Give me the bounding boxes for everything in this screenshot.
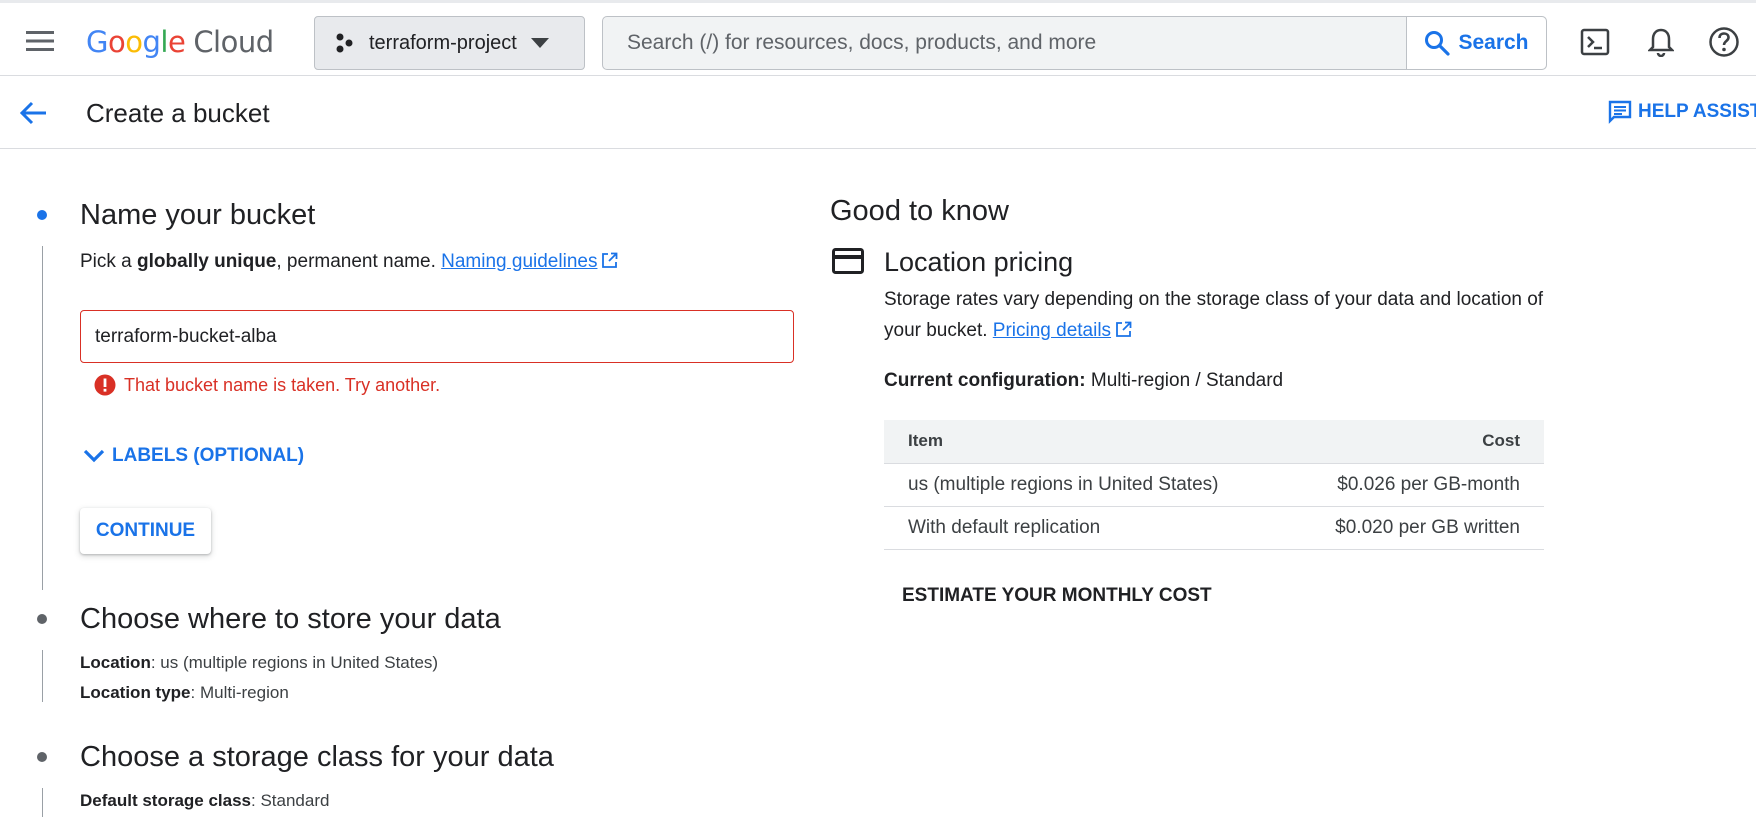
naming-guidelines-link[interactable]: Naming guidelines (441, 251, 597, 272)
table-header-row: Item Cost (884, 420, 1544, 464)
desc-suffix: , permanent name. (276, 251, 442, 272)
help-icon (1709, 27, 1739, 57)
labels-toggle-label: LABELS (OPTIONAL) (112, 445, 305, 466)
desc-prefix: Pick a (80, 251, 138, 272)
table-row: us (multiple regions in United States) $… (884, 463, 1544, 507)
bucket-name-input[interactable] (80, 310, 794, 363)
continue-button[interactable]: CONTINUE (80, 508, 211, 554)
desc-bold: globally unique (137, 251, 277, 272)
table-cell-cost: $0.026 per GB-month (1290, 463, 1544, 507)
error-text: That bucket name is taken. Try another. (124, 374, 441, 395)
search-box: Search (602, 16, 1547, 70)
pricing-table: Item Cost us (multiple regions in United… (884, 420, 1544, 550)
config-value: Multi-region / Standard (1085, 370, 1284, 391)
project-icon (336, 33, 353, 53)
feedback-icon (1608, 100, 1632, 124)
storage-class-info: Default storage class: Standard (80, 791, 329, 811)
error-icon (94, 374, 116, 396)
table-cell-item: With default replication (884, 506, 1291, 550)
column-header-cost: Cost (1290, 420, 1544, 464)
step-2-title: Choose where to store your data (80, 603, 501, 635)
pricing-desc-text: Storage rates vary depending on the stor… (884, 289, 1544, 341)
location-type-info: Location type: Multi-region (80, 683, 289, 703)
menu-button[interactable] (22, 25, 58, 57)
menu-icon (26, 31, 54, 51)
table-cell-item: us (multiple regions in United States) (884, 463, 1291, 507)
current-configuration: Current configuration: Multi-region / St… (884, 370, 1283, 392)
top-bar: Google Cloud terraform-project Search (0, 0, 1756, 76)
page-title: Create a bucket (86, 98, 270, 128)
cloud-shell-button[interactable] (1578, 25, 1612, 59)
logo-cloud: Cloud (193, 25, 274, 59)
storage-class-value: : Standard (251, 791, 330, 810)
step-1-connector (42, 246, 43, 590)
table-row: With default replication $0.020 per GB w… (884, 506, 1544, 550)
search-input[interactable] (603, 17, 1406, 69)
step-3-connector (42, 788, 43, 817)
search-icon (1425, 31, 1451, 56)
step-1-title: Name your bucket (80, 199, 316, 231)
good-to-know-title: Good to know (830, 195, 1009, 227)
caret-down-icon (530, 38, 549, 48)
notifications-button[interactable] (1644, 25, 1678, 59)
help-assistant-button[interactable]: HELP ASSIST (1608, 100, 1756, 124)
bucket-name-error: That bucket name is taken. Try another. (94, 374, 440, 396)
help-button[interactable] (1707, 25, 1741, 59)
back-arrow-icon (19, 101, 46, 125)
step-1-indicator (37, 210, 47, 220)
credit-card-icon (832, 248, 864, 274)
storage-class-key: Default storage class (80, 791, 252, 810)
step-3-indicator (37, 752, 47, 762)
location-key: Location (80, 653, 151, 672)
estimate-monthly-cost-button[interactable]: ESTIMATE YOUR MONTHLY COST (902, 585, 1212, 607)
external-link-icon (602, 252, 618, 268)
step-2-indicator (37, 614, 47, 624)
pricing-details-link[interactable]: Pricing details (993, 320, 1111, 341)
search-button[interactable]: Search (1406, 17, 1546, 69)
back-button[interactable] (16, 96, 50, 130)
google-cloud-logo[interactable]: Google Cloud (86, 25, 274, 59)
chevron-down-icon (83, 449, 105, 463)
column-header-item: Item (884, 420, 1291, 464)
location-type-value: : Multi-region (190, 683, 289, 702)
search-button-label: Search (1458, 31, 1529, 54)
page-header: Create a bucket HELP ASSIST (0, 76, 1756, 149)
logo-google: Google (86, 25, 186, 59)
step-3-title: Choose a storage class for your data (80, 741, 554, 773)
bell-icon (1648, 28, 1674, 57)
config-key: Current configuration: (884, 370, 1086, 391)
project-selector[interactable]: terraform-project (314, 16, 585, 70)
location-info: Location: us (multiple regions in United… (80, 653, 438, 673)
step-2-connector (42, 650, 43, 702)
project-name: terraform-project (369, 31, 517, 54)
location-type-key: Location type (80, 683, 191, 702)
step-1-description: Pick a globally unique, permanent name. … (80, 251, 618, 273)
location-pricing-title: Location pricing (884, 247, 1074, 277)
help-assistant-label: HELP ASSIST (1638, 101, 1756, 122)
location-value: : us (multiple regions in United States) (150, 653, 439, 672)
location-pricing-description: Storage rates vary depending on the stor… (884, 284, 1544, 346)
external-link-icon (1116, 321, 1132, 337)
table-cell-cost: $0.020 per GB written (1290, 506, 1544, 550)
cloud-shell-icon (1580, 28, 1610, 56)
labels-toggle[interactable]: LABELS (OPTIONAL) (82, 445, 304, 467)
